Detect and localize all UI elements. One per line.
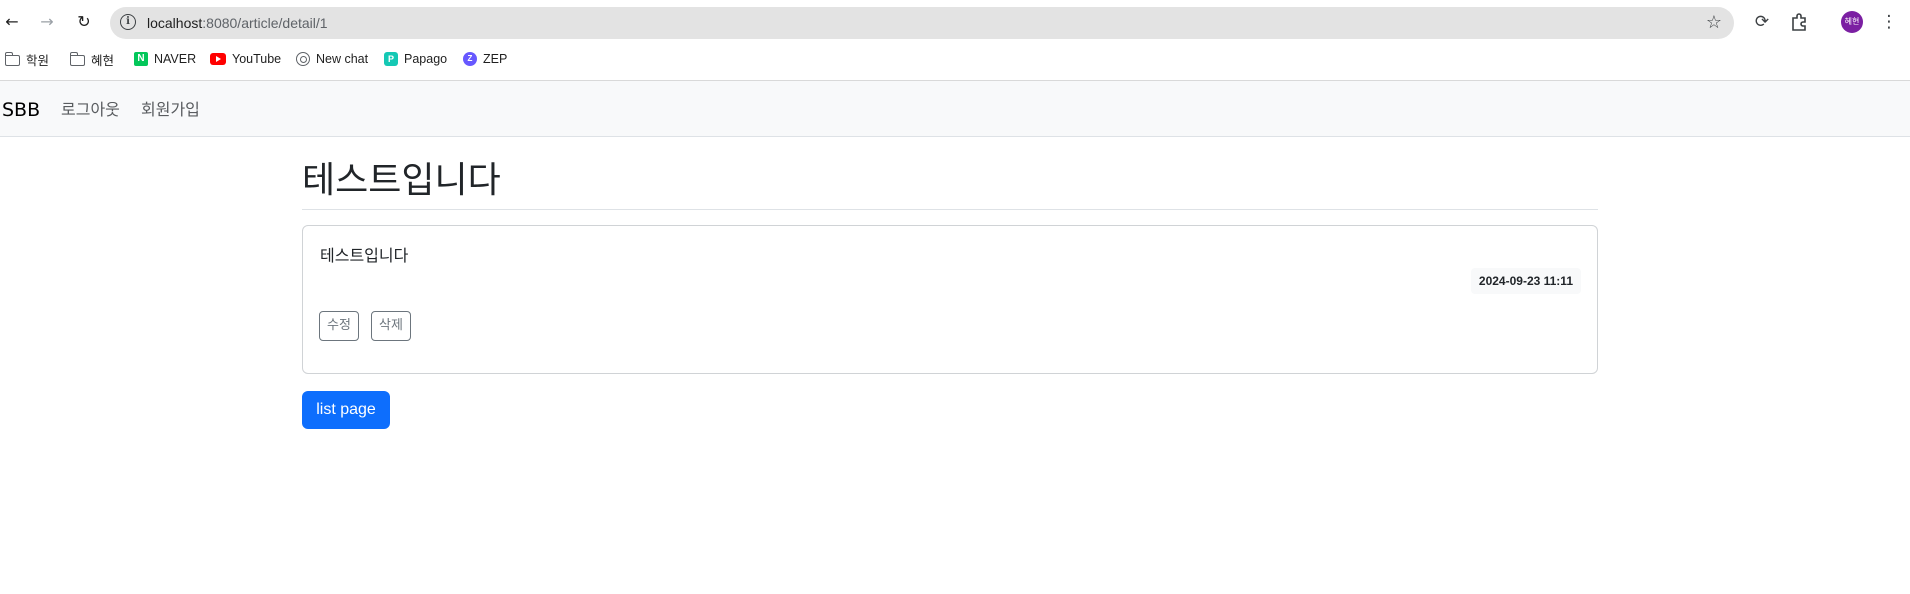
bookmark-naver[interactable]: N NAVER (134, 50, 196, 68)
created-date-badge: 2024-09-23 11:11 (1470, 268, 1581, 294)
url-text[interactable]: localhost:8080/article/detail/1 (147, 14, 328, 32)
bookmark-papago[interactable]: P Papago (384, 50, 447, 68)
bookmark-new-chat[interactable]: New chat (296, 50, 368, 68)
browser-toolbar: ← → ↻ i localhost:8080/article/detail/1 … (0, 0, 1910, 44)
zep-icon: Z (463, 52, 477, 66)
article-content: 테스트입니다 (320, 246, 409, 265)
article-card: 테스트입니다 2024-09-23 11:11 수정 삭제 (302, 225, 1598, 374)
reload-icon[interactable]: ↻ (72, 10, 96, 34)
bookmark-star-icon[interactable]: ☆ (1706, 12, 1722, 33)
papago-icon: P (384, 52, 398, 66)
bookmark-folder-hakwon[interactable]: 학원 (4, 50, 49, 68)
edit-button[interactable]: 수정 (319, 311, 359, 341)
naver-icon: N (134, 52, 148, 66)
signup-link[interactable]: 회원가입 (141, 99, 200, 121)
profile-avatar[interactable]: 혜현 (1841, 11, 1863, 33)
bookmark-zep[interactable]: Z ZEP (463, 50, 507, 68)
delete-button[interactable]: 삭제 (371, 311, 411, 341)
folder-icon (4, 51, 20, 66)
logout-link[interactable]: 로그아웃 (61, 99, 120, 121)
site-info-icon[interactable]: i (120, 14, 136, 30)
forward-arrow-icon[interactable]: → (35, 10, 59, 34)
bookmarks-bar: 학원 혜현 N NAVER YouTube New chat P Papago … (0, 46, 1910, 72)
back-arrow-icon[interactable]: ← (0, 10, 24, 34)
youtube-icon (210, 53, 226, 65)
bookmark-folder-hyehyeon[interactable]: 혜현 (69, 50, 114, 68)
folder-icon (69, 51, 85, 66)
article-title: 테스트입니다 (302, 158, 1598, 210)
bookmark-youtube[interactable]: YouTube (210, 50, 281, 68)
address-bar[interactable]: i localhost:8080/article/detail/1 ☆ (110, 7, 1734, 39)
list-page-button[interactable]: list page (302, 391, 390, 429)
puzzle-icon[interactable] (1787, 10, 1811, 34)
app-navbar: SBB 로그아웃 회원가입 (0, 80, 1910, 137)
circular-arrow-icon[interactable]: ⟳ (1750, 10, 1774, 34)
kebab-menu-icon[interactable]: ⋮ (1877, 10, 1901, 34)
brand-logo[interactable]: SBB (2, 98, 40, 122)
chatgpt-icon (296, 52, 310, 66)
